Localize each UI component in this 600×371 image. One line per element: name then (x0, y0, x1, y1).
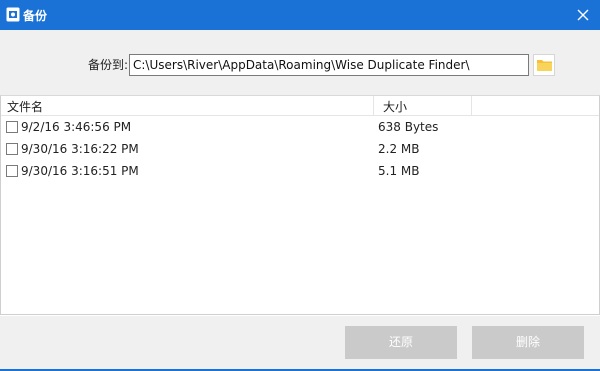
app-logo-icon (6, 7, 20, 22)
column-header-size[interactable]: 大小 (383, 98, 407, 115)
restore-button[interactable]: 还原 (345, 326, 457, 359)
column-header-filename[interactable]: 文件名 (7, 98, 43, 115)
column-divider[interactable] (471, 96, 472, 116)
column-divider[interactable] (373, 96, 374, 116)
list-row[interactable]: 9/30/16 3:16:22 PM 2.2 MB (1, 138, 599, 160)
row-filename: 9/30/16 3:16:51 PM (21, 164, 139, 178)
close-button[interactable] (566, 0, 600, 30)
row-checkbox[interactable] (6, 143, 18, 155)
row-filename: 9/30/16 3:16:22 PM (21, 142, 139, 156)
browse-folder-button[interactable] (533, 54, 555, 76)
backup-path-field[interactable]: C:\Users\River\AppData\Roaming\Wise Dupl… (129, 54, 529, 76)
list-header: 文件名 大小 (1, 96, 599, 116)
row-size: 638 Bytes (378, 120, 439, 134)
backup-path-panel: 备份到: C:\Users\River\AppData\Roaming\Wise… (0, 30, 600, 95)
list-row[interactable]: 9/30/16 3:16:51 PM 5.1 MB (1, 160, 599, 182)
backup-path-label: 备份到: (88, 58, 129, 72)
list-row[interactable]: 9/2/16 3:46:56 PM 638 Bytes (1, 116, 599, 138)
row-checkbox[interactable] (6, 165, 18, 177)
delete-button[interactable]: 删除 (472, 326, 584, 359)
title-bar: 备份 (0, 0, 600, 30)
row-size: 5.1 MB (378, 164, 420, 178)
window-title: 备份 (23, 9, 48, 23)
row-size: 2.2 MB (378, 142, 420, 156)
footer-bar: 还原 删除 (0, 316, 600, 371)
row-filename: 9/2/16 3:46:56 PM (21, 120, 132, 134)
row-checkbox[interactable] (6, 121, 18, 133)
backup-list: 文件名 大小 9/2/16 3:46:56 PM 638 Bytes 9/30/… (0, 95, 600, 315)
